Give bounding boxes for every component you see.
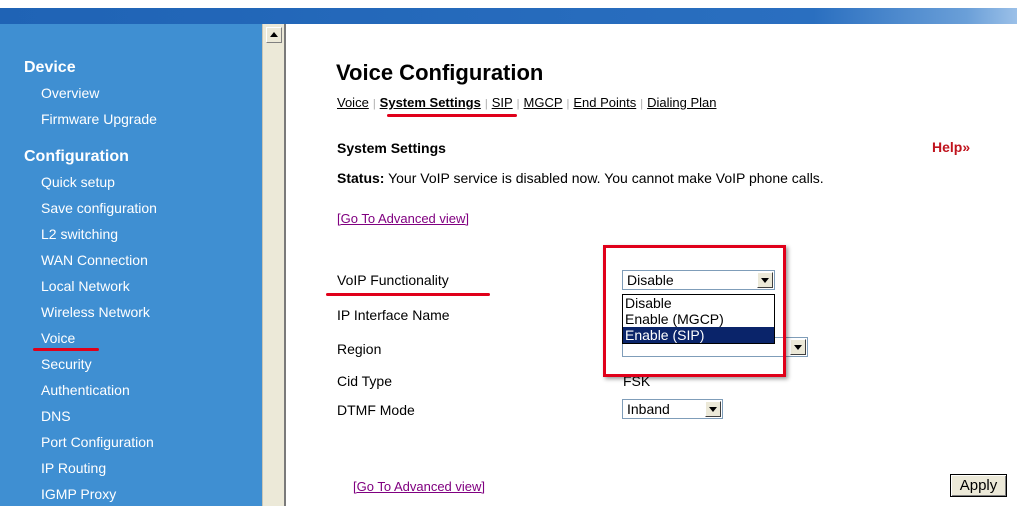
advanced-view-link-bottom[interactable]: [Go To Advanced view]: [353, 479, 485, 494]
tab-separator: |: [640, 98, 644, 110]
sidebar-section-device: Device: [24, 59, 76, 76]
tab-end-points[interactable]: End Points: [573, 95, 636, 110]
dropdown-annotation-box: [603, 245, 786, 377]
status-text: Your VoIP service is disabled now. You c…: [384, 170, 824, 186]
tab-separator: |: [566, 98, 570, 110]
tab-dialing-plan[interactable]: Dialing Plan: [647, 95, 716, 110]
help-link[interactable]: Help»: [932, 139, 970, 155]
help-label: Help: [932, 139, 963, 155]
dtmf-mode-select[interactable]: Inband: [622, 399, 723, 419]
voip-annotation-underline: [326, 293, 490, 296]
sidebar-item-port-configuration[interactable]: Port Configuration: [41, 434, 154, 450]
region-label: Region: [337, 341, 382, 357]
voice-annotation-underline: [33, 348, 99, 351]
chevron-down-icon[interactable]: [705, 401, 721, 417]
sidebar-item-igmp-proxy[interactable]: IGMP Proxy: [41, 486, 116, 502]
sidebar-item-dns[interactable]: DNS: [41, 408, 71, 424]
tab-separator: |: [484, 98, 488, 110]
apply-button[interactable]: Apply: [950, 474, 1007, 497]
sidebar-item-overview[interactable]: Overview: [41, 85, 99, 101]
sidebar-item-firmware-upgrade[interactable]: Firmware Upgrade: [41, 111, 157, 127]
sidebar-item-voice[interactable]: Voice: [41, 330, 75, 346]
double-chevron-right-icon: »: [962, 139, 971, 155]
tab-mgcp[interactable]: MGCP: [524, 95, 563, 110]
ip-interface-name-label: IP Interface Name: [337, 307, 450, 323]
top-banner-strip: [0, 8, 1017, 24]
sidebar: Device Overview Firmware Upgrade Configu…: [0, 24, 262, 506]
chevron-down-icon[interactable]: [790, 339, 806, 355]
dtmf-mode-label: DTMF Mode: [337, 402, 415, 418]
voip-functionality-label: VoIP Functionality: [337, 272, 449, 288]
sidebar-item-l2-switching[interactable]: L2 switching: [41, 226, 118, 242]
sidebar-section-configuration: Configuration: [24, 148, 129, 165]
sidebar-item-local-network[interactable]: Local Network: [41, 278, 130, 294]
section-title: System Settings: [337, 140, 446, 156]
sidebar-item-ip-routing[interactable]: IP Routing: [41, 460, 106, 476]
status-message: Status: Your VoIP service is disabled no…: [337, 170, 824, 186]
scroll-up-arrow-icon[interactable]: [266, 27, 282, 43]
tab-separator: |: [516, 98, 520, 110]
sidebar-item-save-configuration[interactable]: Save configuration: [41, 200, 157, 216]
top-banner: [0, 0, 1017, 24]
tab-voice[interactable]: Voice: [337, 95, 369, 110]
sidebar-item-quick-setup[interactable]: Quick setup: [41, 174, 115, 190]
sidebar-item-authentication[interactable]: Authentication: [41, 382, 130, 398]
sidebar-scrollbar[interactable]: [262, 24, 285, 506]
cid-type-label: Cid Type: [337, 373, 392, 389]
sidebar-item-wan-connection[interactable]: WAN Connection: [41, 252, 148, 268]
status-label: Status:: [337, 170, 385, 186]
tab-sip[interactable]: SIP: [492, 95, 513, 110]
tab-bar: Voice | System Settings | SIP | MGCP | End Point…: [337, 95, 716, 110]
sidebar-item-security[interactable]: Security: [41, 356, 92, 372]
system-settings-annotation-underline: [387, 114, 517, 117]
advanced-view-link[interactable]: [Go To Advanced view]: [337, 211, 469, 226]
tab-system-settings[interactable]: System Settings: [380, 95, 481, 110]
sidebar-item-wireless-network[interactable]: Wireless Network: [41, 304, 150, 320]
tab-separator: |: [372, 98, 376, 110]
dtmf-mode-value: Inband: [627, 401, 670, 417]
page-title: Voice Configuration: [336, 60, 544, 85]
frame-divider: [284, 24, 286, 506]
